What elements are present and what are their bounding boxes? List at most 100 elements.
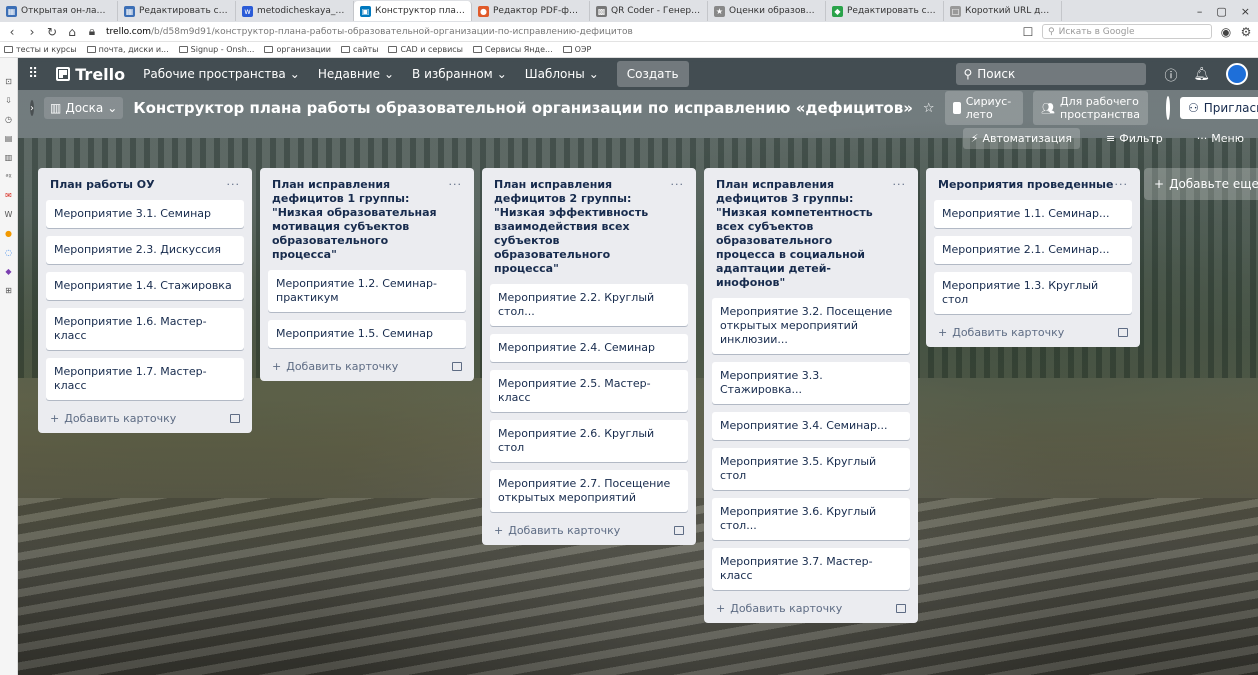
forward-icon[interactable]: › [26, 25, 38, 39]
card-template-icon[interactable] [674, 526, 684, 535]
list-title[interactable]: План исправления дефицитов 2 группы: "Ни… [494, 178, 671, 276]
list-card[interactable]: Мероприятие 2.5. Мастер-класс [490, 370, 688, 412]
add-card-button[interactable]: + Добавить карточку [938, 326, 1064, 339]
list-card[interactable]: Мероприятие 3.4. Семинар... [712, 412, 910, 440]
reload-icon[interactable]: ↻ [46, 25, 58, 39]
bookmark-icon[interactable]: ☐ [1022, 25, 1034, 39]
extension-purple-icon[interactable]: ◆ [4, 266, 14, 276]
back-icon[interactable]: ‹ [6, 25, 18, 39]
create-button[interactable]: Создать [616, 61, 689, 87]
add-card-button[interactable]: + Добавить карточку [272, 360, 398, 373]
add-card-button[interactable]: + Добавить карточку [716, 602, 842, 615]
list-card[interactable]: Мероприятие 3.7. Мастер-класс [712, 548, 910, 590]
list-card[interactable]: Мероприятие 2.7. Посещение открытых меро… [490, 470, 688, 512]
list-title[interactable]: Мероприятия проведенные [938, 178, 1115, 192]
list-menu-icon[interactable]: ··· [893, 178, 907, 191]
card-template-icon[interactable] [896, 604, 906, 613]
browser-tab[interactable]: ▦ Редактировать страницу - [118, 1, 236, 21]
filter-button[interactable]: ≡ Фильтр [1098, 128, 1171, 149]
wiki-icon[interactable]: W [4, 209, 14, 219]
mail-icon[interactable]: ✉ [4, 190, 14, 200]
bookmark-item[interactable]: CAD и сервисы [388, 45, 463, 54]
bookmark-item[interactable]: ОЭР [562, 45, 591, 54]
list-card[interactable]: Мероприятие 1.3. Круглый стол [934, 272, 1132, 314]
automation-button[interactable]: ⚡︎ Автоматизация [962, 127, 1081, 149]
browser-tab[interactable]: ◆ Редактировать страницу - [826, 1, 944, 21]
history-icon[interactable]: ◷ [4, 114, 14, 124]
url-field[interactable]: trello.com/b/d58m9d91/конструктор-плана-… [106, 27, 1014, 37]
add-card-button[interactable]: + Добавить карточку [50, 412, 176, 425]
add-panel-icon[interactable]: ⊞ [4, 285, 14, 295]
user-avatar[interactable] [1226, 63, 1248, 85]
list-title[interactable]: План работы ОУ [50, 178, 227, 192]
list-title[interactable]: План исправления дефицитов 3 группы: "Ни… [716, 178, 893, 290]
list-card[interactable]: Мероприятие 2.3. Дискуссия [46, 236, 244, 264]
list-card[interactable]: Мероприятие 1.4. Стажировка [46, 272, 244, 300]
downloads-icon[interactable]: ⇩ [4, 95, 14, 105]
star-icon[interactable]: ☆ [923, 101, 935, 116]
list-card[interactable]: Мероприятие 2.4. Семинар [490, 334, 688, 362]
close-window-icon[interactable]: × [1241, 5, 1250, 18]
notes-icon[interactable]: ▤ [4, 133, 14, 143]
workspace-button[interactable]: Сириус-лето [944, 91, 1024, 125]
trello-search-input[interactable]: ⚲ Поиск [956, 63, 1147, 85]
list-card[interactable]: Мероприятие 1.6. Мастер-класс [46, 308, 244, 350]
browser-tab[interactable]: ▩ QR Coder - Генератор QR [590, 1, 708, 21]
trello-logo[interactable]: Trello [56, 65, 125, 84]
maximize-icon[interactable]: ▢ [1216, 5, 1226, 18]
browser-search-input[interactable]: ⚲ Искать в Google [1042, 24, 1212, 39]
list-card[interactable]: Мероприятие 3.2. Посещение открытых меро… [712, 298, 910, 354]
list-card[interactable]: Мероприятие 1.2. Семинар-практикум [268, 270, 466, 312]
list-card[interactable]: Мероприятие 1.5. Семинар [268, 320, 466, 348]
bookmark-item[interactable]: почта, диски и... [86, 45, 169, 54]
add-card-button[interactable]: + Добавить карточку [494, 524, 620, 537]
extensions-icon[interactable]: ⚙ [1240, 25, 1252, 39]
list-card[interactable]: Мероприятие 3.3. Стажировка... [712, 362, 910, 404]
browser-tab[interactable]: ▣ Конструктор плана работ [354, 1, 472, 21]
card-template-icon[interactable] [1118, 328, 1128, 337]
minimize-icon[interactable]: – [1197, 5, 1203, 18]
app-switcher-icon[interactable]: ⠿ [28, 66, 38, 82]
bookmarks-panel-icon[interactable]: ⊡ [4, 76, 14, 86]
list-card[interactable]: Мероприятие 3.5. Круглый стол [712, 448, 910, 490]
bookmark-item[interactable]: сайты [340, 45, 378, 54]
browser-tab[interactable]: w metodicheskaya_razrabotk [236, 1, 354, 21]
list-card[interactable]: Мероприятие 1.1. Семинар... [934, 200, 1132, 228]
list-title[interactable]: План исправления дефицитов 1 группы: "Ни… [272, 178, 449, 262]
list-card[interactable]: Мероприятие 2.1. Семинар... [934, 236, 1132, 264]
board-view-switcher[interactable]: ▥ Доска ⌄ [44, 97, 124, 119]
browser-tab[interactable]: ● Редактор PDF-файлов (pd [472, 1, 590, 21]
info-icon[interactable]: ⓘ [1164, 65, 1177, 84]
menu-button[interactable]: ··· Меню [1189, 128, 1252, 149]
nav-recent[interactable]: Недавние ⌄ [318, 67, 394, 81]
member-avatar[interactable] [1166, 96, 1170, 120]
bookmark-item[interactable]: организации [264, 45, 331, 54]
visibility-button[interactable]: 👥︎ Для рабочего пространства [1033, 91, 1148, 125]
extension-orange-icon[interactable]: ● [4, 228, 14, 238]
list-card[interactable]: Мероприятие 2.6. Круглый стол [490, 420, 688, 462]
translate-icon[interactable]: ᵃᵡ [4, 171, 14, 181]
list-menu-icon[interactable]: ··· [227, 178, 241, 191]
reading-list-icon[interactable]: ▥ [4, 152, 14, 162]
expand-sidebar-icon[interactable]: › [30, 100, 34, 116]
list-card[interactable]: Мероприятие 3.1. Семинар [46, 200, 244, 228]
browser-tab[interactable]: □ Короткий URL для всех! [944, 1, 1062, 21]
profile-icon[interactable]: ◉ [1220, 25, 1232, 39]
nav-templates[interactable]: Шаблоны ⌄ [525, 67, 599, 81]
list-card[interactable]: Мероприятие 3.6. Круглый стол... [712, 498, 910, 540]
browser-tab[interactable]: ★ Оценки образовательных [708, 1, 826, 21]
browser-tab[interactable]: ▦ Открытая он-лайн олимп... [0, 1, 118, 21]
bell-icon[interactable]: 🔔︎ [1193, 67, 1210, 82]
nav-starred[interactable]: В избранном ⌄ [412, 67, 507, 81]
list-card[interactable]: Мероприятие 1.7. Мастер-класс [46, 358, 244, 400]
list-card[interactable]: Мероприятие 2.2. Круглый стол... [490, 284, 688, 326]
board-title[interactable]: Конструктор плана работы образовательной… [133, 99, 913, 117]
extension-blue-icon[interactable]: ◌ [4, 247, 14, 257]
list-menu-icon[interactable]: ··· [1115, 178, 1129, 191]
nav-workspaces[interactable]: Рабочие пространства ⌄ [143, 67, 300, 81]
home-icon[interactable]: ⌂ [66, 25, 78, 39]
list-menu-icon[interactable]: ··· [671, 178, 685, 191]
bookmark-item[interactable]: Сервисы Янде... [472, 45, 553, 54]
card-template-icon[interactable] [452, 362, 462, 371]
bookmark-item[interactable]: тесты и курсы [4, 45, 77, 54]
